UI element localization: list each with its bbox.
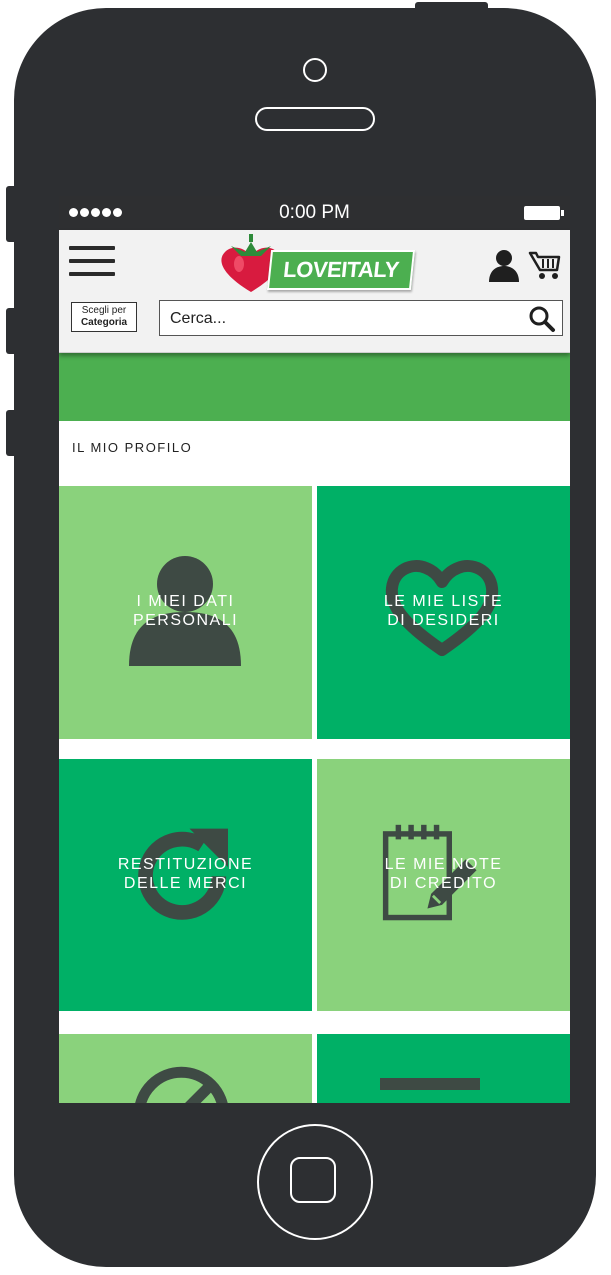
hamburger-menu-icon[interactable] [69, 244, 115, 278]
app-header: LOVEITALY Scegli per Categoria [59, 230, 570, 353]
logo-text: LOVEITALY [282, 257, 401, 282]
category-button[interactable]: Scegli per Categoria [71, 302, 137, 332]
category-button-line2: Categoria [80, 317, 128, 328]
loveitaly-logo[interactable]: LOVEITALY [211, 234, 431, 298]
front-camera [303, 58, 327, 82]
tile-label-line2: DI DESIDERI [387, 612, 500, 629]
status-time: 0:00 PM [279, 202, 350, 223]
search-box[interactable] [159, 300, 563, 336]
tile-label-line1: I MIEI DATI [136, 593, 235, 610]
cancel-icon [135, 1066, 228, 1103]
tile-label: LE MIE NOTE DI CREDITO [317, 855, 570, 893]
tile-returns[interactable]: RESTITUZIONE DELLE MERCI [59, 759, 312, 1011]
tile-label-line1: LE MIE LISTE [383, 593, 504, 610]
category-button-line1: Scegli per [81, 305, 127, 316]
section-title: IL MIO PROFILO [72, 440, 193, 455]
tile-wishlists[interactable]: LE MIE LISTE DI DESIDERI [317, 486, 570, 739]
home-button-icon [290, 1157, 336, 1203]
tile-label-line2: DELLE MERCI [123, 875, 248, 892]
search-input[interactable] [168, 305, 512, 333]
tile-minus[interactable] [317, 1034, 570, 1103]
minus-icon [380, 1078, 480, 1090]
tile-credit-notes[interactable]: LE MIE NOTE DI CREDITO [317, 759, 570, 1011]
tile-personal-data[interactable]: I MIEI DATI PERSONALI [59, 486, 312, 739]
tile-label: RESTITUZIONE DELLE MERCI [59, 855, 312, 893]
tile-label-line2: PERSONALI [132, 612, 239, 629]
tile-label-line1: RESTITUZIONE [117, 856, 254, 873]
earpiece-speaker [255, 107, 375, 131]
battery-icon [524, 206, 564, 220]
promo-banner[interactable] [59, 353, 570, 421]
tile-label: LE MIE LISTE DI DESIDERI [317, 592, 570, 630]
status-bar: 0:00 PM [59, 196, 570, 230]
logo-text-box: LOVEITALY [266, 250, 416, 290]
tile-label: I MIEI DATI PERSONALI [59, 592, 312, 630]
tile-label-line1: LE MIE NOTE [384, 856, 503, 873]
user-account-icon[interactable] [487, 248, 521, 282]
search-icon[interactable] [528, 305, 556, 333]
tile-label-line2: DI CREDITO [389, 875, 498, 892]
screen: 0:00 PM LOVEITALY Scegli per Categoria C… [59, 196, 570, 1103]
tile-cancel[interactable] [59, 1034, 312, 1103]
shopping-cart-icon[interactable] [528, 248, 562, 282]
